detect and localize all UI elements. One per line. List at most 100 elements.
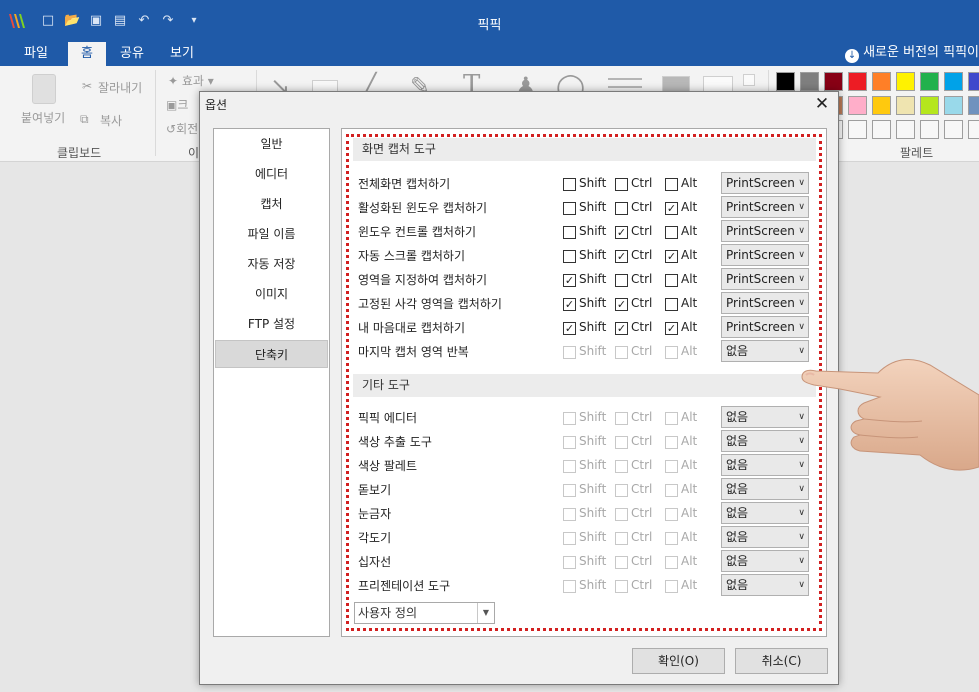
ctrl-checkbox[interactable] — [615, 202, 628, 215]
chevron-down-icon[interactable]: ▼ — [477, 603, 494, 623]
nav-item[interactable]: 파일 이름 — [214, 220, 329, 248]
palette-swatch[interactable] — [896, 120, 915, 139]
alt-checkbox[interactable] — [665, 436, 678, 449]
shift-checkbox[interactable]: ✓ — [563, 298, 576, 311]
alt-checkbox[interactable] — [665, 274, 678, 287]
crop-button[interactable]: ▣크 — [166, 96, 188, 113]
ctrl-checkbox[interactable] — [615, 178, 628, 191]
alt-checkbox[interactable]: ✓ — [665, 250, 678, 263]
palette-swatch[interactable] — [872, 120, 891, 139]
ctrl-checkbox[interactable]: ✓ — [615, 250, 628, 263]
shift-checkbox[interactable] — [563, 346, 576, 359]
effect-button[interactable]: ✦ 효과 ▾ — [168, 72, 214, 89]
key-dropdown[interactable]: 없음 ∨ — [721, 478, 809, 500]
alt-checkbox[interactable] — [665, 298, 678, 311]
key-dropdown[interactable]: 없음 ∨ — [721, 406, 809, 428]
paste-icon[interactable] — [32, 74, 56, 104]
cut-button[interactable]: 잘라내기 — [98, 79, 142, 96]
shift-checkbox[interactable] — [563, 178, 576, 191]
alt-checkbox[interactable] — [665, 508, 678, 521]
preset-dropdown[interactable]: 사용자 정의 ▼ — [354, 602, 495, 624]
palette-swatch[interactable] — [944, 120, 963, 139]
shift-checkbox[interactable] — [563, 250, 576, 263]
shift-checkbox[interactable] — [563, 412, 576, 425]
palette-swatch[interactable] — [824, 72, 843, 91]
shift-checkbox[interactable] — [563, 226, 576, 239]
ctrl-checkbox[interactable] — [615, 412, 628, 425]
ctrl-checkbox[interactable] — [615, 484, 628, 497]
key-dropdown[interactable]: 없음 ∨ — [721, 502, 809, 524]
key-dropdown[interactable]: PrintScreen ∨ — [721, 268, 809, 290]
nav-item[interactable]: 캡처 — [214, 190, 329, 218]
key-dropdown[interactable]: PrintScreen ∨ — [721, 220, 809, 242]
tab-file[interactable]: 파일 — [10, 42, 62, 66]
ctrl-checkbox[interactable] — [615, 346, 628, 359]
cancel-button[interactable]: 취소(C) — [735, 648, 828, 674]
palette-swatch[interactable] — [896, 96, 915, 115]
alt-checkbox[interactable]: ✓ — [665, 202, 678, 215]
ctrl-checkbox[interactable] — [615, 460, 628, 473]
key-dropdown[interactable]: PrintScreen ∨ — [721, 292, 809, 314]
alt-checkbox[interactable]: ✓ — [665, 322, 678, 335]
nav-item[interactable]: 자동 저장 — [214, 250, 329, 278]
nav-item[interactable]: 에디터 — [214, 160, 329, 188]
alt-checkbox[interactable] — [665, 412, 678, 425]
palette-swatch[interactable] — [872, 96, 891, 115]
key-dropdown[interactable]: 없음 ∨ — [721, 430, 809, 452]
shift-checkbox[interactable] — [563, 484, 576, 497]
key-dropdown[interactable]: PrintScreen ∨ — [721, 196, 809, 218]
nav-item[interactable]: FTP 설정 — [214, 310, 329, 338]
key-dropdown[interactable]: 없음 ∨ — [721, 340, 809, 362]
line-style-icon[interactable] — [608, 78, 642, 88]
shift-checkbox[interactable] — [563, 508, 576, 521]
key-dropdown[interactable]: 없음 ∨ — [721, 526, 809, 548]
palette-swatch[interactable] — [800, 72, 819, 91]
ctrl-checkbox[interactable] — [615, 436, 628, 449]
shift-checkbox[interactable] — [563, 460, 576, 473]
copy-button[interactable]: 복사 — [100, 112, 122, 129]
palette-swatch[interactable] — [848, 72, 867, 91]
alt-checkbox[interactable] — [665, 532, 678, 545]
tab-share[interactable]: 공유 — [112, 42, 152, 66]
rotate-button[interactable]: ↺회전 — [166, 120, 198, 137]
key-dropdown[interactable]: PrintScreen ∨ — [721, 172, 809, 194]
key-dropdown[interactable]: 없음 ∨ — [721, 574, 809, 596]
alt-checkbox[interactable] — [665, 178, 678, 191]
shift-checkbox[interactable] — [563, 532, 576, 545]
update-notice[interactable]: ↓ 새로운 버전의 픽픽이 — [845, 42, 979, 66]
ctrl-checkbox[interactable] — [615, 580, 628, 593]
ctrl-checkbox[interactable]: ✓ — [615, 322, 628, 335]
tab-home[interactable]: 홈 — [68, 42, 106, 66]
alt-checkbox[interactable] — [665, 346, 678, 359]
palette-swatch[interactable] — [968, 96, 979, 115]
nav-item[interactable]: 이미지 — [214, 280, 329, 308]
palette-swatch[interactable] — [944, 96, 963, 115]
key-dropdown[interactable]: PrintScreen ∨ — [721, 244, 809, 266]
palette-swatch[interactable] — [848, 120, 867, 139]
key-dropdown[interactable]: 없음 ∨ — [721, 454, 809, 476]
ctrl-checkbox[interactable] — [615, 532, 628, 545]
key-dropdown[interactable]: 없음 ∨ — [721, 550, 809, 572]
shift-checkbox[interactable] — [563, 202, 576, 215]
shift-checkbox[interactable]: ✓ — [563, 322, 576, 335]
ctrl-checkbox[interactable]: ✓ — [615, 226, 628, 239]
palette-swatch[interactable] — [968, 72, 979, 91]
alt-checkbox[interactable] — [665, 484, 678, 497]
alt-checkbox[interactable] — [665, 580, 678, 593]
palette-swatch[interactable] — [920, 96, 939, 115]
paste-button[interactable]: 붙여넣기 — [21, 109, 65, 126]
ctrl-checkbox[interactable] — [615, 274, 628, 287]
palette-swatch[interactable] — [776, 72, 795, 91]
ok-button[interactable]: 확인(O) — [632, 648, 725, 674]
ctrl-checkbox[interactable] — [615, 508, 628, 521]
alt-checkbox[interactable] — [665, 460, 678, 473]
nav-item[interactable]: 일반 — [214, 130, 329, 158]
close-icon[interactable]: ✕ — [812, 94, 832, 114]
key-dropdown[interactable]: PrintScreen ∨ — [721, 316, 809, 338]
alt-checkbox[interactable] — [665, 556, 678, 569]
palette-swatch[interactable] — [920, 120, 939, 139]
palette-swatch[interactable] — [848, 96, 867, 115]
palette-swatch[interactable] — [920, 72, 939, 91]
shift-checkbox[interactable] — [563, 580, 576, 593]
palette-swatch[interactable] — [968, 120, 979, 139]
